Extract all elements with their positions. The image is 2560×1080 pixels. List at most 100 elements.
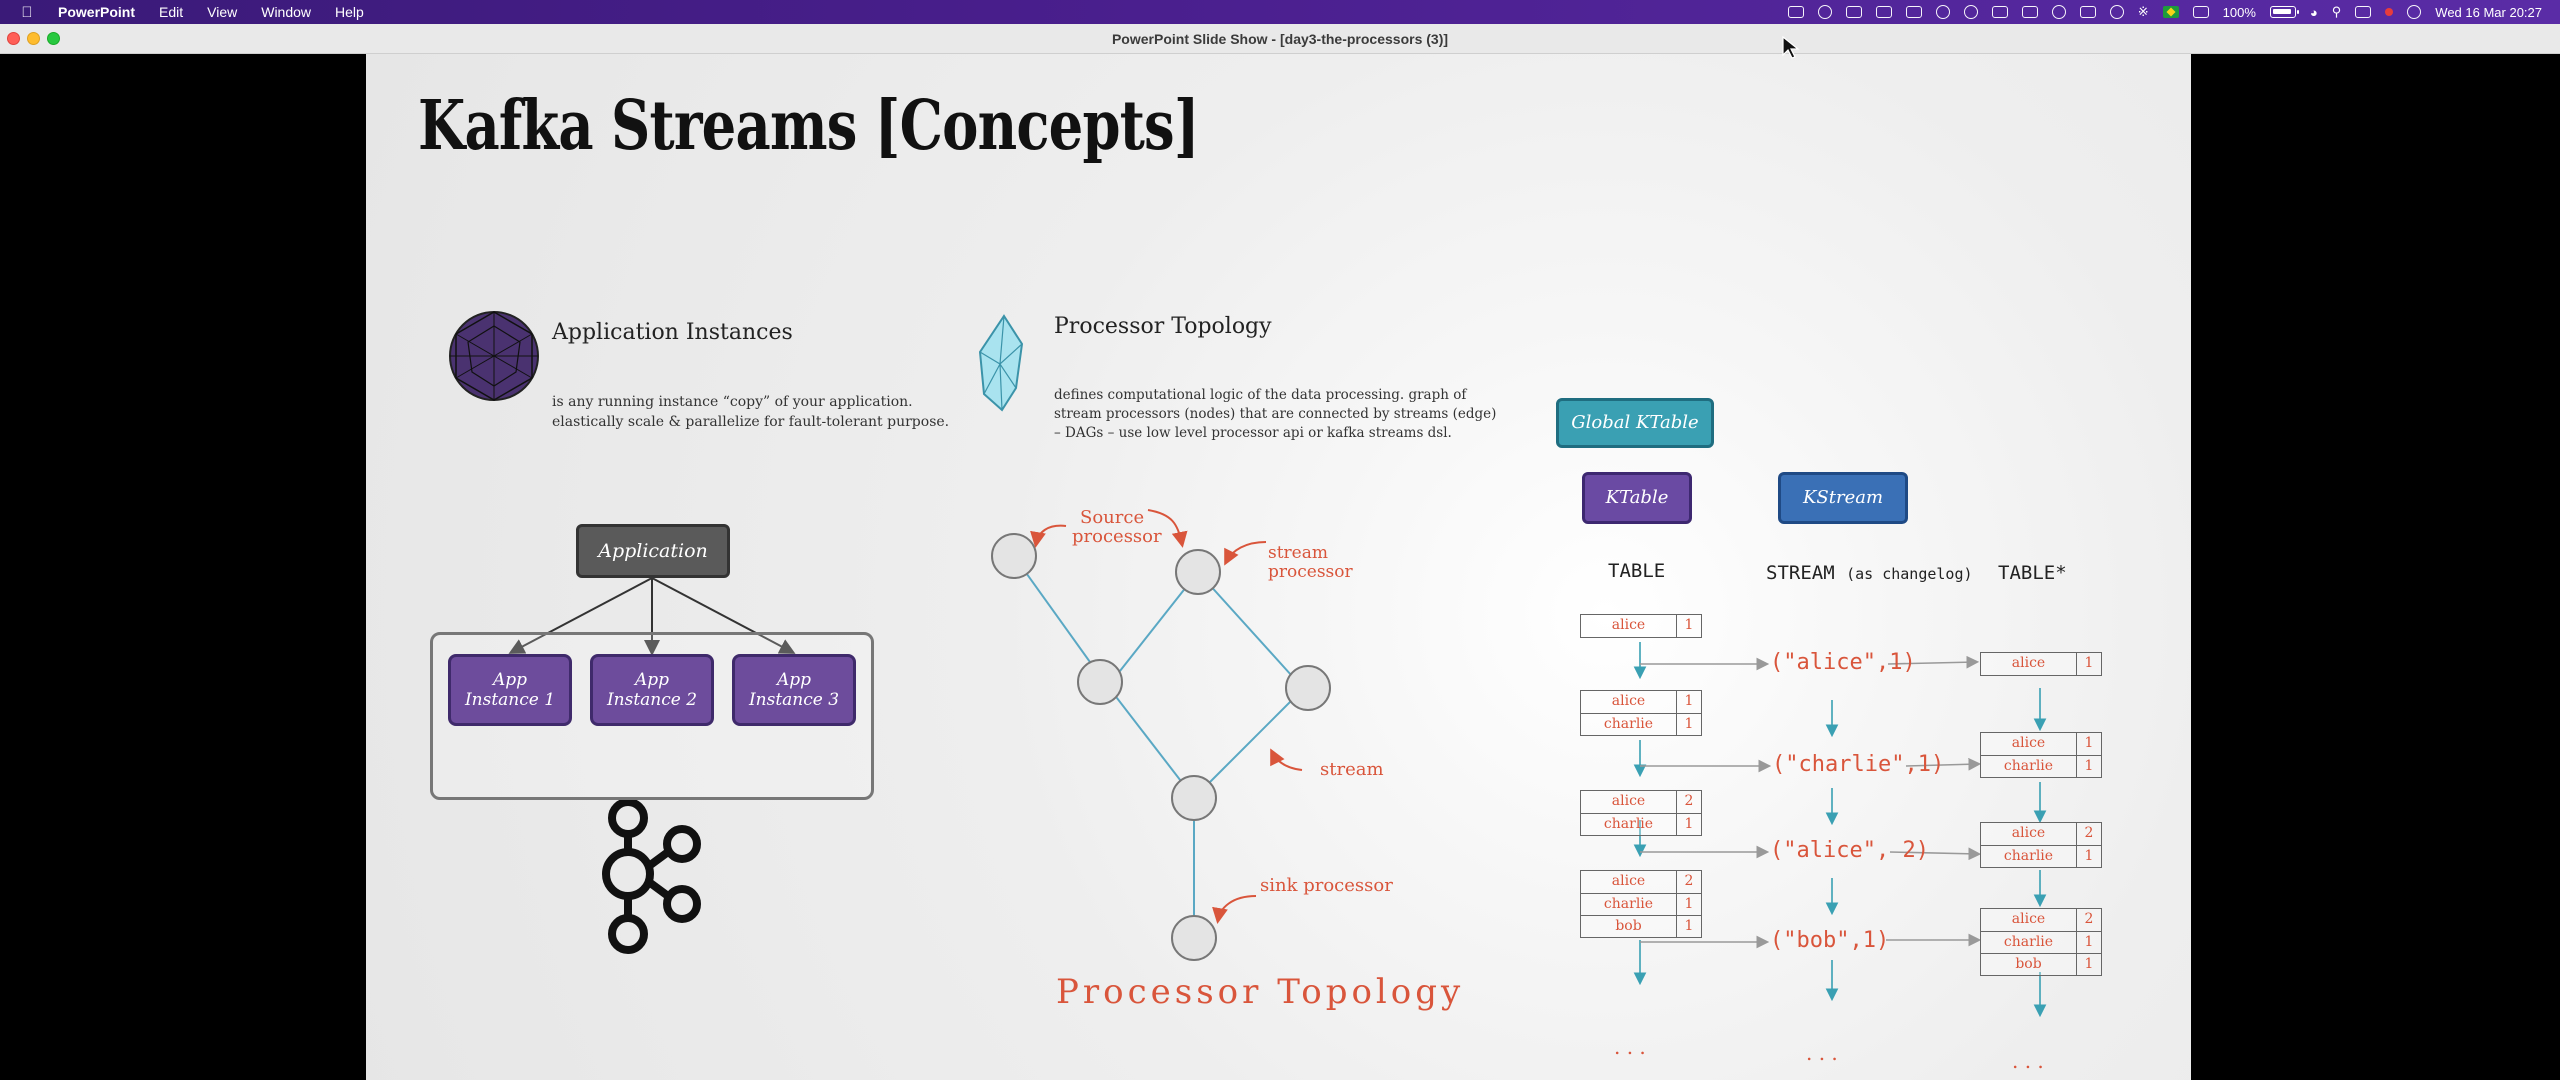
table-snapshot: alice 1 <box>1980 652 2102 676</box>
label-line: stream <box>1268 543 1328 563</box>
table-value: 1 <box>2084 848 2094 864</box>
table-key: alice <box>1981 909 2077 931</box>
siri-icon[interactable] <box>2407 5 2422 19</box>
display-icon[interactable] <box>2079 6 2096 18</box>
topology-text-line: – DAGs – use low level processor api or … <box>1054 425 1452 441</box>
notification-dot-icon <box>2385 8 2394 16</box>
table-snapshot: alice 2 charlie 1 bob 1 <box>1980 908 2102 976</box>
docker-icon[interactable] <box>1817 5 1832 19</box>
table-value: 1 <box>2084 655 2094 671</box>
mouse-cursor-icon <box>1782 36 1800 59</box>
table-value: 2 <box>2084 911 2094 927</box>
instance-label: Instance 3 <box>748 690 840 710</box>
table-key: bob <box>1581 916 1677 937</box>
table-row: alice 2 <box>1581 871 1701 893</box>
clock[interactable]: Wed 16 Mar 20:27 <box>2435 5 2542 20</box>
table-row: alice 2 <box>1981 909 2101 931</box>
table-key: alice <box>1581 791 1677 813</box>
table-key: alice <box>1581 871 1677 893</box>
shield-icon[interactable] <box>1787 6 1804 18</box>
global-ktable-box: Global KTable <box>1556 398 1714 448</box>
stream-event: ("charlie",1) <box>1772 752 1945 777</box>
table-snapshot: alice 2 charlie 1 bob 1 <box>1580 870 1702 938</box>
stream-processor-label: stream processor <box>1268 544 1353 582</box>
table-key: alice <box>1981 733 2077 755</box>
stream-event: ("alice", 2) <box>1770 838 1929 863</box>
table-row: alice 2 <box>1581 791 1701 813</box>
sphere-icon <box>449 311 539 401</box>
table-value: 1 <box>2084 735 2094 751</box>
table-value: 2 <box>1684 793 1694 809</box>
table-snapshot: alice 1 <box>1580 614 1702 638</box>
table-key: alice <box>1581 615 1677 637</box>
instance-label: Instance 2 <box>606 690 698 710</box>
instance-label: Instance 1 <box>464 690 556 710</box>
app-instance-3: App Instance 3 <box>732 654 856 726</box>
battery-percent: 100% <box>2222 4 2256 20</box>
compass-icon[interactable] <box>1963 5 1978 19</box>
play-icon[interactable] <box>2051 5 2066 19</box>
processor-topology-footer: Processor Topology <box>1056 972 1465 1012</box>
table-row: charlie 1 <box>1581 893 1701 915</box>
screen-icon[interactable] <box>1905 6 1922 18</box>
app-instances-text-line: elastically scale & parallelize for faul… <box>552 414 950 430</box>
sink-processor-label: sink processor <box>1260 875 1393 896</box>
kstream-box: KStream <box>1778 472 1908 524</box>
table-row: bob 1 <box>1581 915 1701 937</box>
app-icon[interactable] <box>1875 6 1892 18</box>
moon-icon[interactable] <box>1935 5 1950 19</box>
menu-app-powerpoint[interactable]: PowerPoint <box>58 4 135 20</box>
table-value: 1 <box>2084 934 2094 950</box>
menu-bar:  PowerPoint Edit View Window Help ※ 100… <box>0 0 2560 24</box>
table-value: 2 <box>2084 825 2094 841</box>
stream-label: stream <box>1320 759 1384 780</box>
menu-help[interactable]: Help <box>335 4 364 20</box>
table-value: 1 <box>2084 758 2094 774</box>
control-center-icon[interactable] <box>2355 6 2372 18</box>
slide[interactable]: Kafka Streams [Concepts] Application Ins… <box>366 54 2191 1080</box>
instance-label: App <box>492 670 528 690</box>
search-icon[interactable]: ⚲ <box>2332 4 2342 20</box>
table-row: alice 1 <box>1581 691 1701 713</box>
gear-icon[interactable] <box>1845 6 1862 18</box>
table-value: 1 <box>1684 617 1694 633</box>
window-icon[interactable] <box>2192 6 2209 18</box>
ellipsis: . . . <box>2012 1049 2044 1073</box>
table-value: 1 <box>2084 956 2094 972</box>
table-row: charlie 1 <box>1581 813 1701 835</box>
table-value: 1 <box>1684 896 1694 912</box>
app-instances-heading: Application Instances <box>552 320 793 345</box>
column-stream-label: STREAM <box>1766 562 1835 584</box>
window-title-bar: PowerPoint Slide Show - [day3-the-proces… <box>0 24 2560 54</box>
table-key: alice <box>1581 691 1677 713</box>
source-processor-label: Source processor <box>1072 508 1162 546</box>
menu-edit[interactable]: Edit <box>159 4 183 20</box>
wifi-icon[interactable]: ◕ <box>2310 5 2318 20</box>
battery-icon[interactable] <box>2269 6 2299 18</box>
label-line: processor <box>1268 562 1353 582</box>
instance-label: App <box>776 670 812 690</box>
vpn-icon[interactable] <box>1991 6 2008 18</box>
app-instance-2: App Instance 2 <box>590 654 714 726</box>
column-table-heading: TABLE <box>1608 560 1666 582</box>
label-line: processor <box>1072 526 1162 547</box>
chat-icon[interactable] <box>2021 6 2038 18</box>
menu-window[interactable]: Window <box>261 4 311 20</box>
table-key: charlie <box>1581 894 1677 915</box>
window-title: PowerPoint Slide Show - [day3-the-proces… <box>1111 31 1449 47</box>
airdrop-icon[interactable] <box>2109 5 2124 19</box>
table-value: 1 <box>1684 693 1694 709</box>
topology-text-line: defines computational logic of the data … <box>1054 387 1467 403</box>
flag-icon[interactable] <box>2162 6 2179 18</box>
table-row: alice 1 <box>1981 653 2101 675</box>
table-row: alice 1 <box>1981 733 2101 755</box>
table-snapshot: alice 1 charlie 1 <box>1980 732 2102 778</box>
bluetooth-icon[interactable]: ※ <box>2138 4 2149 20</box>
table-value: 1 <box>1684 816 1694 832</box>
apple-icon[interactable]:  <box>18 4 36 21</box>
stream-event: ("bob",1) <box>1770 928 1890 953</box>
table-key: alice <box>1981 823 2077 845</box>
ellipsis: . . . <box>1806 1041 1838 1065</box>
stream-event: ("alice",1) <box>1770 650 1916 675</box>
menu-view[interactable]: View <box>207 4 237 20</box>
